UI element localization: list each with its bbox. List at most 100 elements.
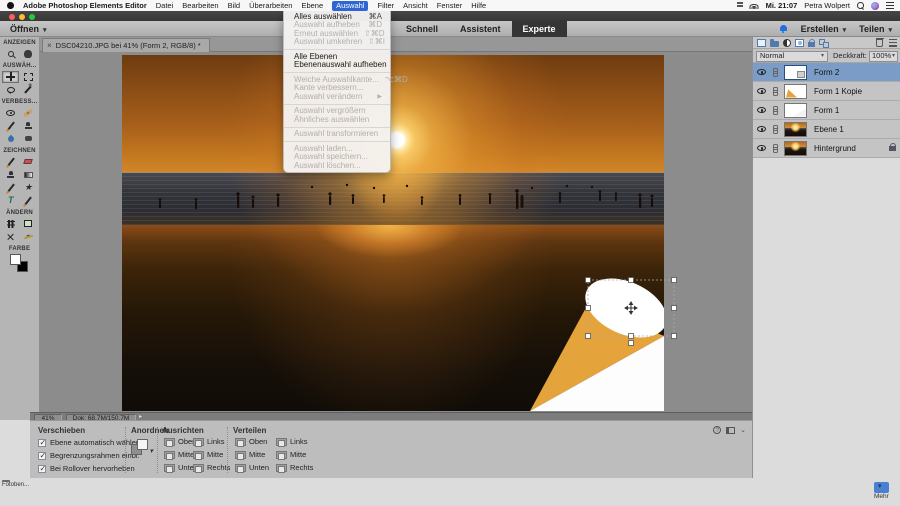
layer-thumbnail[interactable] bbox=[784, 65, 807, 80]
menubar-app-name[interactable]: Adobe Photoshop Elements Editor bbox=[23, 1, 147, 10]
distribute-top-button[interactable]: Oben bbox=[235, 437, 267, 446]
minimize-window-button[interactable] bbox=[19, 14, 25, 20]
layer-visibility-icon[interactable] bbox=[757, 88, 766, 94]
document-tab[interactable]: DSC04210.JPG bei 41% (Form 2, RGB/8) * bbox=[42, 38, 210, 52]
align-top-button[interactable]: Oben bbox=[164, 437, 196, 446]
menu-bild[interactable]: Bild bbox=[228, 1, 241, 10]
move-tool-icon[interactable] bbox=[2, 71, 19, 83]
recompose-tool-icon[interactable] bbox=[20, 218, 37, 230]
eyedropper-tool-icon[interactable] bbox=[2, 182, 19, 194]
zoom-window-button[interactable] bbox=[29, 14, 35, 20]
smart-brush-tool-icon[interactable] bbox=[2, 120, 19, 132]
color-swatches[interactable] bbox=[8, 254, 32, 274]
layer-visibility-icon[interactable] bbox=[757, 69, 766, 75]
more-panels-button[interactable]: Mehr bbox=[874, 482, 889, 500]
spotlight-search-icon[interactable] bbox=[857, 2, 864, 9]
layer-thumbnail[interactable] bbox=[784, 84, 807, 99]
menu-ebene[interactable]: Ebene bbox=[301, 1, 323, 10]
menu-ueberarbeiten[interactable]: Überarbeiten bbox=[249, 1, 292, 10]
quick-selection-tool-icon[interactable] bbox=[20, 84, 37, 96]
help-icon[interactable]: ? bbox=[713, 426, 721, 434]
distribute-bottom-button[interactable]: Unten bbox=[235, 463, 269, 472]
menubar-clock[interactable]: Mi. 21:07 bbox=[766, 1, 798, 10]
layer-row-hintergrund[interactable]: Hintergrund bbox=[753, 139, 900, 158]
layer-row-ebene-1[interactable]: Ebene 1 bbox=[753, 120, 900, 139]
red-eye-tool-icon[interactable] bbox=[2, 107, 19, 119]
healing-brush-tool-icon[interactable] bbox=[20, 107, 37, 119]
close-tab-icon[interactable] bbox=[47, 39, 52, 52]
straighten-tool-icon[interactable] bbox=[20, 231, 37, 243]
notification-center-icon[interactable] bbox=[886, 2, 894, 9]
layer-thumbnail[interactable] bbox=[784, 141, 807, 156]
paint-bucket-tool-icon[interactable] bbox=[2, 169, 19, 181]
marquee-tool-icon[interactable] bbox=[20, 71, 37, 83]
crop-tool-icon[interactable] bbox=[2, 218, 19, 230]
menu-bearbeiten[interactable]: Bearbeiten bbox=[182, 1, 218, 10]
clone-stamp-tool-icon[interactable] bbox=[20, 120, 37, 132]
blend-mode-select[interactable]: Normal▾ bbox=[756, 51, 828, 62]
sponge-tool-icon[interactable] bbox=[20, 133, 37, 145]
distribute-right-button[interactable]: Rechts bbox=[276, 463, 313, 472]
layer-row-form-1-kopie[interactable]: Form 1 Kopie bbox=[753, 82, 900, 101]
shape-tool-icon[interactable]: ★ bbox=[20, 182, 37, 194]
canvas-area[interactable]: DSC04210.JPG bei 41% (Form 2, RGB/8) * bbox=[40, 37, 752, 412]
menubar-user[interactable]: Petra Wolpert bbox=[804, 1, 850, 10]
align-right-button[interactable]: Rechts bbox=[193, 463, 230, 472]
zoom-tool-icon[interactable] bbox=[2, 48, 19, 60]
layer-thumbnail[interactable] bbox=[784, 103, 807, 118]
menu-item-ebenenauswahl-aufheben[interactable]: Ebenenauswahl aufheben bbox=[284, 61, 390, 70]
hand-tool-icon[interactable] bbox=[20, 48, 37, 60]
align-center-button[interactable]: Mitte bbox=[193, 450, 223, 459]
lasso-tool-icon[interactable] bbox=[2, 84, 19, 96]
arrange-button[interactable]: ▾ bbox=[131, 439, 153, 457]
gradient-tool-icon[interactable] bbox=[20, 169, 37, 181]
layer-row-form-2[interactable]: Form 2 bbox=[753, 63, 900, 82]
menu-filter[interactable]: Filter bbox=[377, 1, 394, 10]
panel-menu-icon[interactable] bbox=[889, 39, 897, 47]
distribute-left-button[interactable]: Links bbox=[276, 437, 308, 446]
type-tool-icon[interactable]: T bbox=[2, 195, 19, 207]
tab-assistent[interactable]: Assistent bbox=[449, 21, 512, 37]
align-left-button[interactable]: Links bbox=[193, 437, 225, 446]
pencil-tool-icon[interactable] bbox=[20, 195, 37, 207]
highlight-on-rollover-checkbox[interactable]: Bei Rollover hervorheben bbox=[38, 464, 135, 473]
delete-layer-icon[interactable] bbox=[876, 39, 883, 47]
menu-auswahl-active[interactable]: Auswahl bbox=[332, 1, 368, 11]
link-layers-icon[interactable] bbox=[819, 39, 828, 47]
photo-sunset-beach[interactable] bbox=[122, 55, 664, 411]
align-middle-button[interactable]: Mitte bbox=[164, 450, 194, 459]
share-button[interactable]: Teilen bbox=[859, 24, 892, 34]
new-group-icon[interactable] bbox=[770, 41, 779, 47]
menu-fenster[interactable]: Fenster bbox=[437, 1, 462, 10]
adjustment-layer-icon[interactable] bbox=[783, 39, 791, 47]
distribute-center-button[interactable]: Mitte bbox=[276, 450, 306, 459]
notifications-bell-icon[interactable] bbox=[779, 25, 788, 34]
eraser-tool-icon[interactable] bbox=[20, 156, 37, 168]
collapse-panel-icon[interactable]: ⌄ bbox=[740, 426, 746, 434]
photo-bin-button[interactable]: Fotoben... bbox=[2, 482, 29, 488]
create-button[interactable]: Erstellen bbox=[801, 24, 847, 34]
tab-schnell[interactable]: Schnell bbox=[395, 21, 449, 37]
status-arrow-icon[interactable]: ▸ bbox=[139, 413, 142, 420]
foreground-color-swatch[interactable] bbox=[10, 254, 21, 265]
layer-thumbnail[interactable] bbox=[784, 122, 807, 137]
blur-tool-icon[interactable] bbox=[2, 133, 19, 145]
open-button[interactable]: Öffnen bbox=[10, 21, 47, 37]
panel-toggle-icon[interactable] bbox=[726, 427, 735, 434]
layer-visibility-icon[interactable] bbox=[757, 107, 766, 113]
apple-menu-icon[interactable] bbox=[7, 2, 14, 9]
menu-hilfe[interactable]: Hilfe bbox=[471, 1, 486, 10]
wifi-icon[interactable] bbox=[750, 2, 759, 9]
layer-mask-icon[interactable] bbox=[795, 39, 804, 47]
content-aware-move-tool-icon[interactable] bbox=[2, 231, 19, 243]
layer-visibility-icon[interactable] bbox=[757, 145, 766, 151]
lock-layer-icon[interactable] bbox=[808, 42, 815, 47]
menu-ansicht[interactable]: Ansicht bbox=[403, 1, 428, 10]
brush-tool-icon[interactable] bbox=[2, 156, 19, 168]
siri-icon[interactable] bbox=[871, 2, 879, 10]
tab-experte[interactable]: Experte bbox=[512, 21, 567, 37]
new-layer-icon[interactable] bbox=[757, 39, 766, 47]
opacity-select[interactable]: 100%▾ bbox=[869, 51, 898, 62]
layer-row-form-1[interactable]: Form 1 bbox=[753, 101, 900, 120]
close-window-button[interactable] bbox=[9, 14, 15, 20]
